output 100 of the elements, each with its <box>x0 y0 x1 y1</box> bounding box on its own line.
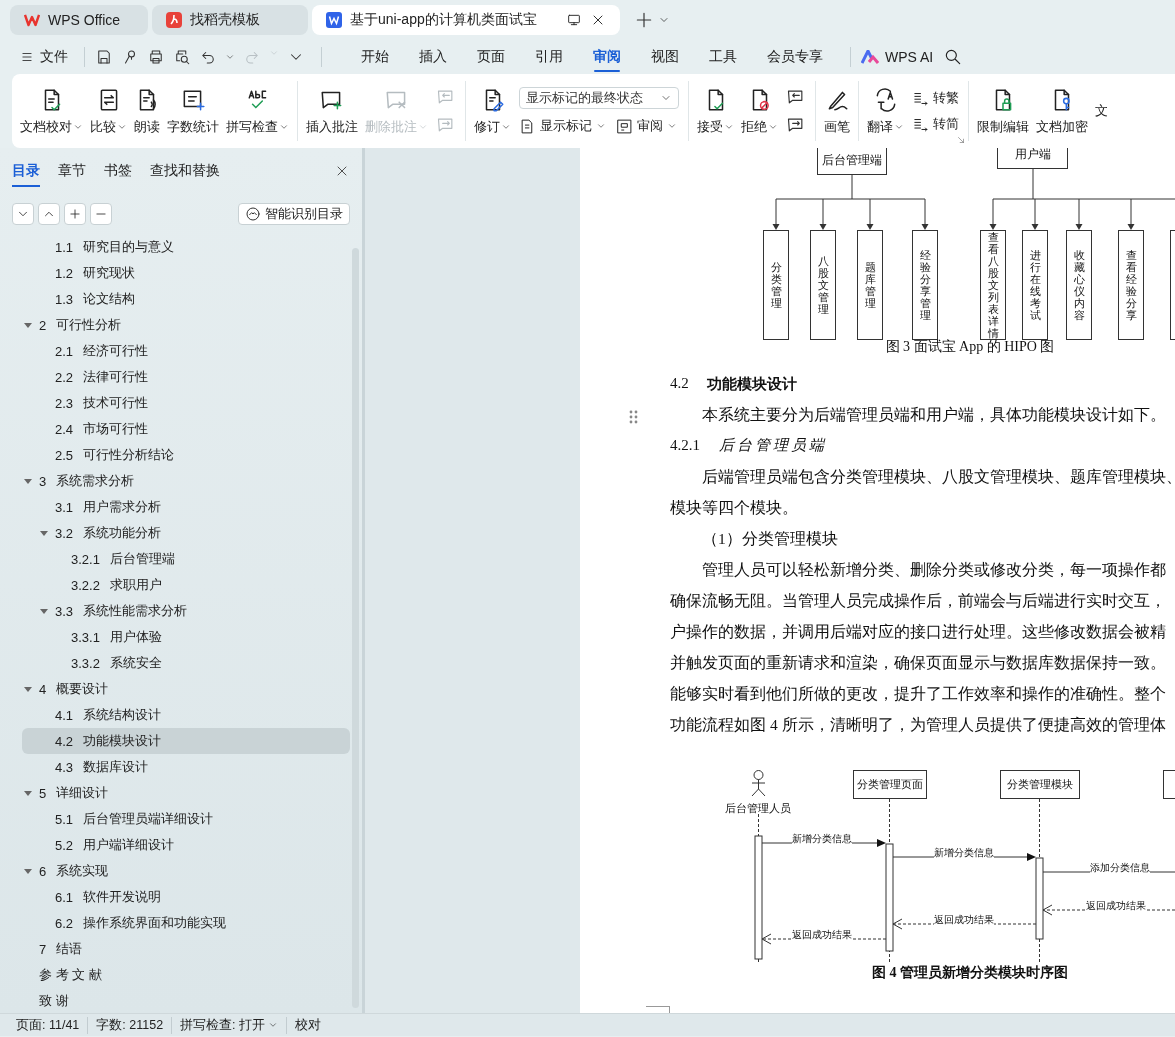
message-label: 新增分类信息 <box>934 847 994 858</box>
print-preview-icon[interactable] <box>173 48 191 66</box>
diagram-node: 八股文管理 <box>810 230 836 340</box>
ribbon-button[interactable]: 审阅 <box>616 117 677 135</box>
ribbon-tab[interactable]: 审阅 <box>578 40 636 74</box>
outline-item[interactable]: 3.3.2 系统安全 <box>22 650 350 676</box>
connector-arrow <box>772 198 780 230</box>
ribbon-button[interactable]: 文档加密 <box>1033 84 1091 138</box>
outline-item[interactable]: 2.2 法律可行性 <box>22 364 350 390</box>
ribbon-button[interactable]: 显示标记 <box>519 117 606 135</box>
outline-item[interactable]: 5 详细设计 <box>22 780 350 806</box>
promote-button[interactable] <box>64 203 86 225</box>
ribbon-button[interactable]: 转繁 <box>912 89 959 107</box>
message-label: 返回成功结果 <box>934 914 994 925</box>
outline-item[interactable]: 致 谢 <box>22 988 350 1013</box>
ribbon-button[interactable]: 文档校对 <box>17 84 86 138</box>
outline-item[interactable]: 1.1 研究目的与意义 <box>22 234 350 260</box>
outline-item[interactable]: 3.2.1 后台管理端 <box>22 546 350 572</box>
subsection-heading: 4.2.1 后台管理员端 <box>670 436 828 455</box>
outline-item[interactable]: 5.1 后台管理员端详细设计 <box>22 806 350 832</box>
save-icon[interactable] <box>95 48 113 66</box>
ribbon-tab[interactable]: 开始 <box>346 40 404 74</box>
paragraph-line: 确保流畅无阻。当管理人员完成操作后，前端会与后端进行实时交互， <box>670 591 1167 611</box>
outline-item[interactable]: 4.2 功能模块设计 <box>22 728 350 754</box>
outline-item[interactable]: 3.1 用户需求分析 <box>22 494 350 520</box>
outline-item[interactable]: 3.3.1 用户体验 <box>22 624 350 650</box>
outline-item[interactable]: 4.1 系统结构设计 <box>22 702 350 728</box>
panel-tab[interactable]: 目录 <box>12 155 40 187</box>
ribbon-button[interactable]: 转简 <box>912 115 959 133</box>
ribbon-button[interactable]: 比较 <box>87 84 130 138</box>
outline-item[interactable]: 3.2.2 求职用户 <box>22 572 350 598</box>
paragraph-line: 功能流程如图 4 所示，清晰明了，为管理人员提供了便捷高效的管理体 <box>670 715 1167 735</box>
ribbon-tab[interactable]: 会员专享 <box>752 40 838 74</box>
ribbon-button[interactable]: 翻译 <box>864 84 907 138</box>
connector-arrow <box>819 198 827 230</box>
status-item[interactable]: 校对 <box>287 1016 330 1034</box>
outline-item[interactable]: 2.3 技术可行性 <box>22 390 350 416</box>
ribbon-button[interactable]: 字数统计 <box>164 84 222 138</box>
browser-tab[interactable]: 找稻壳模板 <box>152 5 308 35</box>
browser-tab[interactable]: WPS Office <box>10 5 148 35</box>
status-item[interactable]: 字数: 21152 <box>88 1016 173 1034</box>
diagram-node: 查看八股文列表详情 <box>980 230 1006 340</box>
ribbon-button[interactable]: 限制编辑 <box>974 84 1032 138</box>
ribbon-button[interactable]: 文 <box>1092 100 1111 122</box>
connector-arrow <box>866 198 874 230</box>
outline-item[interactable]: 2 可行性分析 <box>22 312 350 338</box>
outline-item[interactable]: 6 系统实现 <box>22 858 350 884</box>
ribbon-button[interactable]: 修订 <box>471 84 514 138</box>
demote-button[interactable] <box>90 203 112 225</box>
diagram-node: 分类管理模块 <box>1000 770 1080 799</box>
connector-arrow <box>921 198 929 230</box>
outline-item[interactable]: 7 结语 <box>22 936 350 962</box>
panel-tab[interactable]: 查找和替换 <box>150 155 220 187</box>
ribbon-button[interactable]: 插入批注 <box>303 84 361 138</box>
browser-tab[interactable]: 基于uni-app的计算机类面试宝 <box>312 5 620 35</box>
outline-item[interactable]: 2.5 可行性分析结论 <box>22 442 350 468</box>
drag-handle-icon[interactable] <box>629 410 638 424</box>
ribbon-button[interactable]: 拼写检查 <box>223 84 292 138</box>
outline-item[interactable]: 1.3 论文结构 <box>22 286 350 312</box>
figure-caption: 图 3 面试宝 App 的 HIPO 图 <box>885 339 1055 354</box>
ribbon-tab[interactable]: 视图 <box>636 40 694 74</box>
outline-item[interactable]: 6.2 操作系统界面和功能实现 <box>22 910 350 936</box>
dialog-launcher-icon[interactable] <box>956 135 966 145</box>
paragraph-line: 后端管理员端包含分类管理模块、八股文管理模块、题库管理模块、 <box>701 467 1175 487</box>
ribbon-tab[interactable]: 插入 <box>404 40 462 74</box>
message-label: 返回成功结果 <box>792 929 852 940</box>
diagram-node: 进行在线考试 <box>1022 230 1048 340</box>
paragraph-line: 能够实时看到他们所做的更改，提升了工作效率和操作的准确性。整个 <box>670 684 1167 704</box>
outline-item[interactable]: 3.3 系统性能需求分析 <box>22 598 350 624</box>
ribbon-tab[interactable]: 工具 <box>694 40 752 74</box>
ribbon-button[interactable]: 接受 <box>694 84 737 138</box>
outline-item[interactable]: 4.3 数据库设计 <box>22 754 350 780</box>
outline-item[interactable]: 4 概要设计 <box>22 676 350 702</box>
smart-toc-button[interactable]: 智能识别目录 <box>238 203 350 225</box>
markup-state-dropdown[interactable]: 显示标记的最终状态 <box>519 87 679 109</box>
outline-item[interactable]: 5.2 用户端详细设计 <box>22 832 350 858</box>
status-item[interactable]: 页面: 11/41 <box>8 1016 89 1034</box>
ribbon-button[interactable]: 朗读 <box>131 84 163 138</box>
message-label: 新增分类信息 <box>792 833 852 844</box>
connector-arrow <box>1075 198 1083 230</box>
outline-item[interactable]: 3 系统需求分析 <box>22 468 350 494</box>
ribbon-button[interactable]: 画笔 <box>821 84 853 138</box>
plus-icon[interactable] <box>634 10 654 30</box>
status-item[interactable]: 拼写检查: 打开 <box>172 1016 288 1034</box>
outline-item[interactable]: 参 考 文 献 <box>22 962 350 988</box>
outline-item[interactable]: 2.4 市场可行性 <box>22 416 350 442</box>
ribbon-tab[interactable]: 引用 <box>520 40 578 74</box>
outline-item[interactable]: 3.2 系统功能分析 <box>22 520 350 546</box>
panel-tab[interactable]: 章节 <box>58 155 86 187</box>
file-menu-button[interactable]: 文件 <box>14 48 74 66</box>
outline-item[interactable]: 1.2 研究现状 <box>22 260 350 286</box>
panel-tab[interactable]: 书签 <box>104 155 132 187</box>
outline-item[interactable]: 2.1 经济可行性 <box>22 338 350 364</box>
outline-item[interactable]: 6.1 软件开发说明 <box>22 884 350 910</box>
ribbon-button[interactable]: 拒绝 <box>738 84 781 138</box>
ai-button[interactable]: WPS AI <box>861 49 934 65</box>
connector-arrow <box>1031 198 1039 230</box>
ribbon-tab[interactable]: 页面 <box>462 40 520 74</box>
print-icon[interactable] <box>147 48 165 66</box>
figure-caption: 图 4 管理员新增分类模块时序图 <box>872 965 1068 980</box>
